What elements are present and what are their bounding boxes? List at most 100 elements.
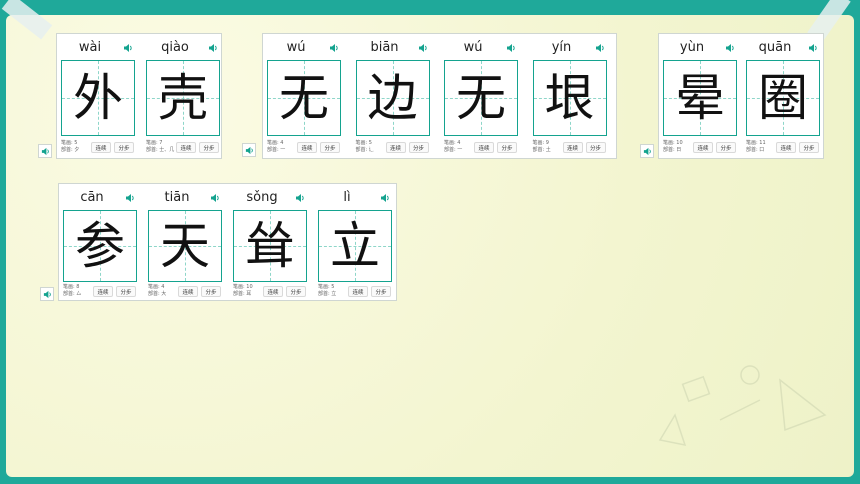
pinyin-label: tiān	[164, 190, 190, 205]
character-grid-box[interactable]: 立	[318, 210, 392, 283]
stepwise-button[interactable]: 分步	[286, 286, 306, 297]
character-glyph: 天	[160, 217, 210, 276]
continuous-button[interactable]: 连续	[474, 142, 494, 153]
continuous-button[interactable]: 连续	[93, 286, 113, 297]
character-column: biān 边笔画: 5 部首: 辶连续 分步	[352, 34, 432, 158]
pinyin-row: qiào	[142, 40, 222, 56]
pinyin-row: wài	[57, 40, 137, 56]
continuous-button[interactable]: 连续	[263, 286, 283, 297]
stepwise-button[interactable]: 分步	[320, 142, 340, 153]
character-grid-box[interactable]: 天	[148, 210, 222, 283]
radical: 部首: 大	[148, 290, 167, 297]
stepwise-button[interactable]: 分步	[199, 142, 219, 153]
continuous-button[interactable]: 连续	[297, 142, 317, 153]
radical: 部首: 一	[444, 146, 463, 153]
speaker-icon[interactable]	[725, 43, 735, 53]
pinyin-label: wú	[463, 40, 483, 55]
character-card-3: yùn 晕笔画: 10 部首: 日连续 分步 quān 圈笔画: 11 部首: 口连续 分步	[658, 33, 824, 159]
continuous-button[interactable]: 连续	[776, 142, 796, 153]
character-grid-box[interactable]: 无	[267, 60, 341, 136]
character-glyph: 无	[456, 69, 506, 127]
character-glyph: 壳	[158, 69, 208, 127]
pinyin-row: yín	[529, 40, 609, 56]
continuous-button[interactable]: 连续	[348, 286, 368, 297]
card-4-speaker-button[interactable]	[40, 287, 54, 301]
pinyin-label: biān	[370, 40, 399, 55]
character-glyph: 无	[279, 69, 329, 127]
stepwise-button[interactable]: 分步	[371, 286, 391, 297]
speaker-icon[interactable]	[418, 43, 428, 53]
stroke-info: 笔画: 5 部首: 夕	[61, 140, 91, 153]
stroke-info: 笔画: 7 部首: 士、几	[146, 140, 176, 153]
radical: 部首: 厶	[63, 290, 82, 297]
character-grid-box[interactable]: 晕	[663, 60, 737, 136]
continuous-button[interactable]: 连续	[178, 286, 198, 297]
speaker-icon[interactable]	[210, 193, 220, 203]
card-3-speaker-button[interactable]	[640, 144, 654, 158]
radical: 部首: 辶	[355, 146, 374, 153]
character-grid-box[interactable]: 垠	[532, 60, 607, 136]
character-column: wú 无笔画: 4 部首: 一连续 分步	[440, 34, 520, 158]
pinyin-label: wú	[286, 40, 306, 55]
character-column: cān 参笔画: 8 部首: 厶连续 分步	[59, 184, 139, 308]
pinyin-label: yùn	[679, 40, 705, 55]
character-grid-box[interactable]: 外	[61, 60, 135, 136]
stroke-info: 笔画: 9 部首: 土	[533, 140, 563, 153]
stepwise-button[interactable]: 分步	[201, 286, 221, 297]
card-1-speaker-button[interactable]	[38, 144, 52, 158]
continuous-button[interactable]: 连续	[176, 142, 196, 153]
stepwise-button[interactable]: 分步	[799, 142, 819, 153]
pinyin-row: tiān	[144, 190, 224, 206]
speaker-icon[interactable]	[595, 43, 605, 53]
stroke-info: 笔画: 10 部首: 日	[663, 140, 693, 153]
radical: 部首: 士、几	[146, 146, 175, 153]
character-glyph: 圈	[758, 69, 808, 127]
character-grid-box[interactable]: 圈	[746, 60, 820, 136]
continuous-button[interactable]: 连续	[91, 142, 111, 153]
character-column: sǒng 耸笔画: 10 部首: 耳连续 分步	[229, 184, 309, 308]
speaker-icon[interactable]	[506, 43, 516, 53]
speaker-icon[interactable]	[125, 193, 135, 203]
continuous-button[interactable]: 连续	[385, 142, 406, 153]
stroke-info: 笔画: 8 部首: 厶	[63, 284, 93, 297]
character-column: lì 立笔画: 5 部首: 立连续 分步	[314, 184, 394, 308]
stepwise-button[interactable]: 分步	[114, 142, 134, 153]
stepwise-button[interactable]: 分步	[116, 286, 136, 297]
speaker-icon[interactable]	[208, 43, 218, 53]
continuous-button[interactable]: 连续	[693, 142, 713, 153]
character-grid-box[interactable]: 参	[63, 210, 137, 283]
stepwise-button[interactable]: 分步	[497, 142, 517, 153]
continuous-button[interactable]: 连续	[562, 142, 583, 153]
card-2-speaker-button[interactable]	[242, 143, 256, 157]
radical: 部首: 立	[318, 290, 337, 297]
character-glyph: 边	[367, 69, 418, 127]
pinyin-row: cān	[59, 190, 139, 206]
stroke-info: 笔画: 4 部首: 大	[148, 284, 178, 297]
character-grid-box[interactable]: 壳	[146, 60, 220, 136]
character-grid-box[interactable]: 边	[355, 60, 430, 136]
stepwise-button[interactable]: 分步	[408, 142, 429, 153]
speaker-icon[interactable]	[808, 43, 818, 53]
stepwise-button[interactable]: 分步	[585, 142, 606, 153]
stroke-info: 笔画: 5 部首: 辶	[356, 140, 386, 153]
stepwise-button[interactable]: 分步	[716, 142, 736, 153]
pinyin-label: wài	[78, 40, 102, 55]
pinyin-label: lì	[343, 190, 351, 205]
pinyin-row: yùn	[659, 40, 739, 56]
speaker-icon[interactable]	[380, 193, 390, 203]
character-column: qiào 壳笔画: 7 部首: 士、几 连续 分步	[142, 34, 222, 158]
stroke-info: 笔画: 5 部首: 立	[318, 284, 348, 297]
character-glyph: 耸	[245, 217, 295, 276]
speaker-icon[interactable]	[329, 43, 339, 53]
character-grid-box[interactable]: 耸	[233, 210, 307, 283]
pinyin-row: biān	[352, 40, 432, 56]
radical: 部首: 耳	[233, 290, 252, 297]
pinyin-label: cān	[80, 190, 104, 205]
character-grid-box[interactable]: 无	[444, 60, 518, 136]
character-column: quān 圈笔画: 11 部首: 口连续 分步	[742, 34, 822, 158]
pinyin-label: quān	[758, 40, 792, 55]
speaker-icon[interactable]	[295, 193, 305, 203]
radical: 部首: 夕	[61, 146, 80, 153]
speaker-icon[interactable]	[123, 43, 133, 53]
character-card-1: wài 外笔画: 5 部首: 夕连续 分步 qiào 壳笔画: 7 部首: 士、几 连续 分步	[56, 33, 222, 159]
